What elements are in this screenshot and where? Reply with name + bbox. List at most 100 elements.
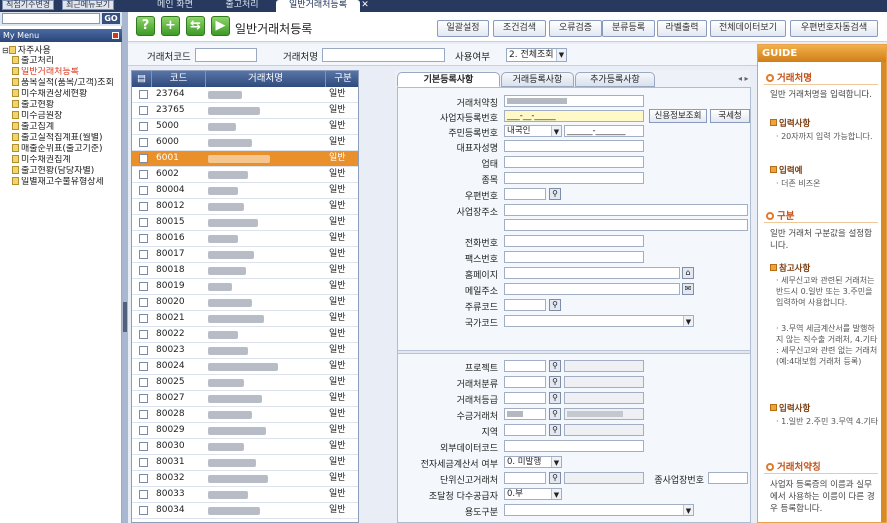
biz-type-input[interactable]: [504, 156, 644, 168]
guide-scrollbar[interactable]: [881, 62, 886, 522]
search-icon[interactable]: ⚲: [549, 472, 561, 484]
table-row[interactable]: 80025 일반: [132, 375, 358, 391]
region-input[interactable]: [504, 424, 546, 436]
row-checkbox[interactable]: [139, 90, 148, 99]
row-checkbox[interactable]: [139, 426, 148, 435]
table-row[interactable]: 80015 일반: [132, 215, 358, 231]
zip-input[interactable]: [504, 188, 546, 200]
chevron-down-icon[interactable]: ▼: [683, 316, 693, 326]
chevron-down-icon[interactable]: ▼: [551, 457, 561, 467]
table-row[interactable]: 80019 일반: [132, 279, 358, 295]
tree-item[interactable]: 미수채권집계: [12, 155, 134, 166]
project-input[interactable]: [504, 360, 546, 372]
table-row[interactable]: 6002 일반: [132, 167, 358, 183]
my-menu-header[interactable]: My Menu: [0, 29, 122, 42]
row-checkbox[interactable]: [139, 186, 148, 195]
tree-item[interactable]: 출고집계: [12, 122, 134, 133]
tree-root-favorites[interactable]: ⊟ 자주사용: [2, 45, 124, 56]
grid-menu-icon[interactable]: ▤: [132, 71, 152, 87]
go-button[interactable]: GO: [102, 13, 120, 24]
tree-item[interactable]: 출고실적집계표(월별): [12, 133, 134, 144]
close-icon[interactable]: [112, 32, 119, 39]
tree-item[interactable]: 미수금원장: [12, 111, 134, 122]
multi-supplier-select[interactable]: 0.부 ▼: [504, 488, 562, 500]
table-row[interactable]: 6001 일반: [132, 151, 358, 167]
tab-main-screen[interactable]: 메인 화면: [140, 0, 210, 12]
search-icon[interactable]: ⚲: [549, 299, 561, 311]
chevron-down-icon[interactable]: ▼: [551, 489, 561, 499]
swap-icon[interactable]: ⇆: [186, 16, 205, 36]
error-check-button[interactable]: 오류검증: [549, 20, 602, 37]
credit-info-button[interactable]: 신용정보조회: [649, 109, 707, 123]
row-checkbox[interactable]: [139, 154, 148, 163]
address-detail-input[interactable]: [504, 219, 748, 231]
batch-setting-button[interactable]: 일괄설정: [437, 20, 489, 37]
chevron-down-icon[interactable]: ▼: [551, 126, 561, 136]
tree-item[interactable]: 품목실적(품목/고객)조회: [12, 78, 134, 89]
table-row[interactable]: 80027 일반: [132, 391, 358, 407]
tab-general-client[interactable]: 일반거래처등록: [276, 0, 360, 12]
payee-input[interactable]: [504, 408, 546, 420]
country-select[interactable]: ▼: [504, 315, 694, 327]
tree-item[interactable]: 미수채권상세현황: [12, 89, 134, 100]
tree-item[interactable]: 출고현황: [12, 100, 134, 111]
column-header-name[interactable]: 거래처명: [206, 71, 326, 87]
table-row[interactable]: 23764 일반: [132, 87, 358, 103]
table-row[interactable]: 80020 일반: [132, 295, 358, 311]
tree-item[interactable]: 매출순위표(출고기준): [12, 144, 134, 155]
trade-name-input[interactable]: [504, 95, 644, 107]
tree-item[interactable]: 출고처리: [12, 56, 134, 67]
client-code-input[interactable]: [195, 48, 257, 62]
row-checkbox[interactable]: [139, 234, 148, 243]
row-checkbox[interactable]: [139, 170, 148, 179]
tab-extra-info[interactable]: 추가등록사항: [575, 72, 655, 87]
category-register-button[interactable]: 분류등록: [602, 20, 655, 37]
chevron-down-icon[interactable]: ▼: [683, 505, 693, 515]
nts-button[interactable]: 국세청: [710, 109, 750, 123]
table-row[interactable]: 80031 일반: [132, 455, 358, 471]
table-row[interactable]: 80029 일반: [132, 423, 358, 439]
condition-search-button[interactable]: 조건검색: [493, 20, 546, 37]
row-checkbox[interactable]: [139, 506, 148, 515]
row-checkbox[interactable]: [139, 106, 148, 115]
row-checkbox[interactable]: [139, 266, 148, 275]
help-icon[interactable]: ?: [136, 16, 155, 36]
row-checkbox[interactable]: [139, 378, 148, 387]
change-period-button[interactable]: 직접기수변경: [2, 0, 55, 10]
usage-select[interactable]: 2. 전체조회 ▼: [506, 48, 567, 62]
row-checkbox[interactable]: [139, 490, 148, 499]
search-icon[interactable]: ⚲: [549, 188, 561, 200]
unit-report-input[interactable]: [504, 472, 546, 484]
row-checkbox[interactable]: [139, 122, 148, 131]
table-row[interactable]: 6000 일반: [132, 135, 358, 151]
tree-item[interactable]: 출고현황(담당자별): [12, 166, 134, 177]
email-input[interactable]: [504, 283, 680, 295]
table-row[interactable]: 80024 일반: [132, 359, 358, 375]
table-row[interactable]: 80018 일반: [132, 263, 358, 279]
tab-outbound[interactable]: 출고처리: [212, 0, 272, 12]
chevron-down-icon[interactable]: ▼: [556, 49, 566, 61]
home-icon[interactable]: ⌂: [682, 267, 694, 279]
row-checkbox[interactable]: [139, 282, 148, 291]
tab-basic-info[interactable]: 기본등록사항: [397, 72, 500, 87]
row-checkbox[interactable]: [139, 394, 148, 403]
table-row[interactable]: 80022 일반: [132, 327, 358, 343]
grade-input[interactable]: [504, 392, 546, 404]
play-icon[interactable]: ▶: [211, 16, 230, 36]
tree-item[interactable]: 일별재고수불유형상세: [12, 177, 134, 188]
row-checkbox[interactable]: [139, 202, 148, 211]
table-row[interactable]: 23765 일반: [132, 103, 358, 119]
row-checkbox[interactable]: [139, 138, 148, 147]
search-icon[interactable]: ⚲: [549, 408, 561, 420]
close-tab-icon[interactable]: ✕: [360, 0, 370, 12]
auto-zip-search-button[interactable]: 우편번호자동검색: [790, 20, 878, 37]
search-icon[interactable]: ⚲: [549, 360, 561, 372]
table-row[interactable]: 5000 일반: [132, 119, 358, 135]
tab-trade-info[interactable]: 거래등록사항: [501, 72, 574, 87]
resident-no-input[interactable]: ______-_______: [564, 125, 644, 137]
row-checkbox[interactable]: [139, 458, 148, 467]
client-name-input[interactable]: [322, 48, 445, 62]
table-row[interactable]: 80004 일반: [132, 183, 358, 199]
search-icon[interactable]: ⚲: [549, 424, 561, 436]
sidebar-splitter[interactable]: [122, 12, 128, 523]
